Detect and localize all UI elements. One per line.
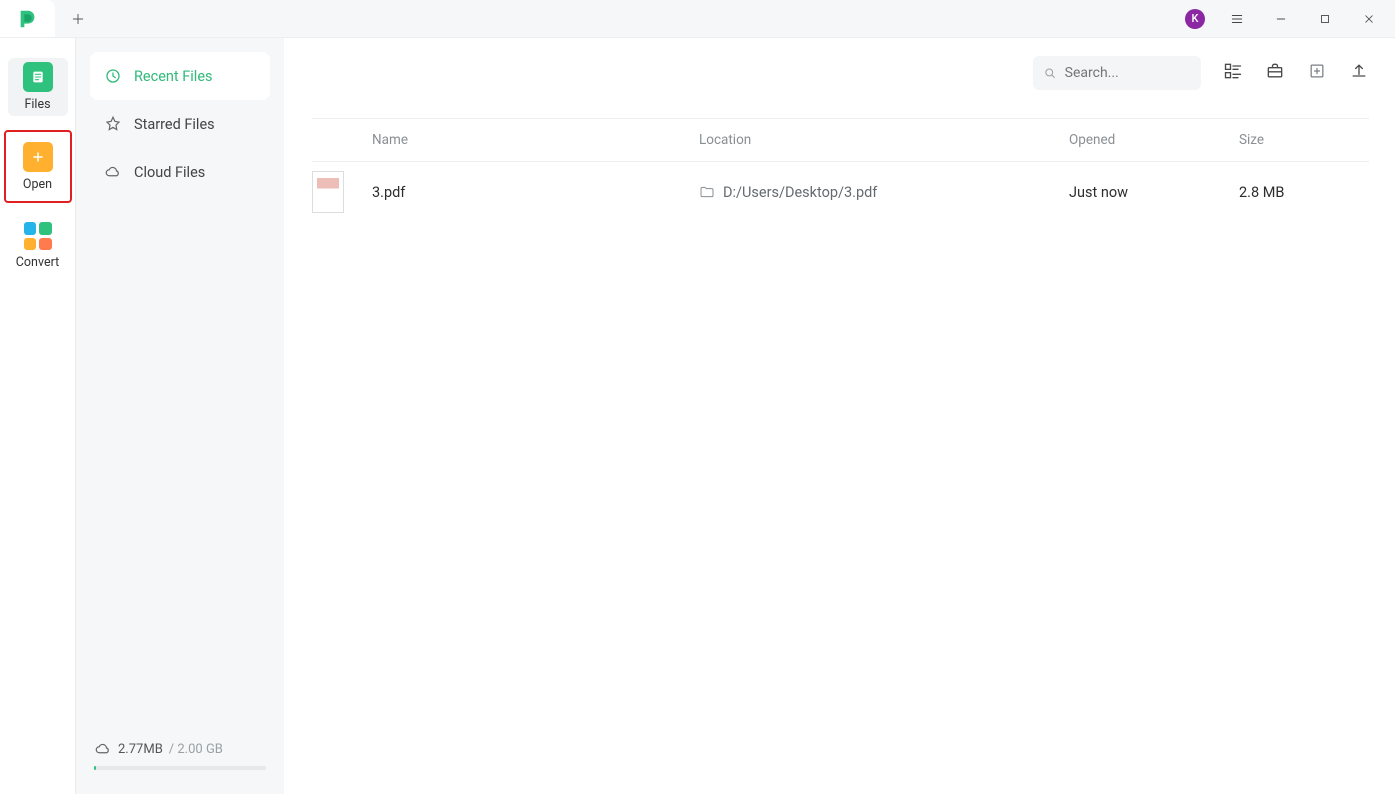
new-file-button[interactable] xyxy=(1307,61,1327,85)
sidebar-item-recent[interactable]: Recent Files xyxy=(90,52,270,100)
file-row[interactable]: 3.pdf D:/Users/Desktop/3.pdf Just now 2.… xyxy=(312,162,1369,222)
toolbox-icon xyxy=(1265,61,1285,81)
titlebar-left xyxy=(0,0,93,37)
close-icon xyxy=(1362,12,1376,26)
close-button[interactable] xyxy=(1357,7,1381,31)
maximize-icon xyxy=(1318,12,1332,26)
rail-item-convert[interactable]: Convert xyxy=(8,217,68,275)
app-window: K Files xyxy=(0,0,1395,794)
file-thumbnail xyxy=(312,171,344,213)
new-tab-button[interactable] xyxy=(63,12,93,26)
user-avatar[interactable]: K xyxy=(1185,9,1205,29)
rail-item-open[interactable]: Open xyxy=(4,130,72,203)
convert-icon xyxy=(24,222,52,250)
main-panel: Name Location Opened Size 3.pdf D:/Users… xyxy=(284,38,1395,794)
rail-label: Files xyxy=(24,97,50,112)
rail-item-files[interactable]: Files xyxy=(8,58,68,116)
titlebar: K xyxy=(0,0,1395,38)
sidebar-item-cloud[interactable]: Cloud Files xyxy=(90,148,270,196)
file-opened: Just now xyxy=(1069,184,1239,201)
view-list-button[interactable] xyxy=(1223,61,1243,85)
storage-bar xyxy=(94,766,266,770)
rail-label: Open xyxy=(23,177,52,192)
search-icon xyxy=(1043,65,1057,81)
header-opened[interactable]: Opened xyxy=(1069,132,1239,148)
folder-icon xyxy=(699,184,715,200)
storage-total: / 2.00 GB xyxy=(169,742,223,757)
toolbar xyxy=(312,56,1369,90)
minimize-button[interactable] xyxy=(1269,7,1293,31)
files-icon xyxy=(23,62,53,92)
header-size[interactable]: Size xyxy=(1239,132,1369,148)
cloud-icon xyxy=(94,740,112,758)
storage-used: 2.77MB xyxy=(118,742,163,757)
maximize-button[interactable] xyxy=(1313,7,1337,31)
navigation-rail: Files Open Convert xyxy=(0,38,76,794)
table-header: Name Location Opened Size xyxy=(312,118,1369,162)
new-file-icon xyxy=(1307,61,1327,81)
minimize-icon xyxy=(1274,12,1288,26)
search-box[interactable] xyxy=(1033,56,1201,90)
file-size: 2.8 MB xyxy=(1239,184,1369,201)
header-name[interactable]: Name xyxy=(372,132,699,148)
header-location[interactable]: Location xyxy=(699,132,1069,148)
list-view-icon xyxy=(1223,61,1243,81)
sidebar-label: Recent Files xyxy=(134,68,213,85)
star-icon xyxy=(104,115,122,133)
sidebar-label: Starred Files xyxy=(134,116,215,133)
file-name: 3.pdf xyxy=(372,184,699,201)
upload-icon xyxy=(1349,61,1369,81)
app-logo-icon xyxy=(17,8,39,30)
rail-label: Convert xyxy=(16,255,59,270)
storage-indicator: 2.77MB / 2.00 GB xyxy=(90,740,270,780)
app-body: Files Open Convert Recent Files xyxy=(0,38,1395,794)
cloud-icon xyxy=(104,163,122,181)
file-location: D:/Users/Desktop/3.pdf xyxy=(723,184,877,201)
menu-button[interactable] xyxy=(1225,7,1249,31)
titlebar-right: K xyxy=(1185,7,1395,31)
toolbox-button[interactable] xyxy=(1265,61,1285,85)
app-tab[interactable] xyxy=(0,0,55,37)
hamburger-icon xyxy=(1230,12,1244,26)
sidebar: Recent Files Starred Files Cloud Files 2… xyxy=(76,38,284,794)
sidebar-label: Cloud Files xyxy=(134,164,205,181)
sidebar-item-starred[interactable]: Starred Files xyxy=(90,100,270,148)
clock-icon xyxy=(104,67,122,85)
search-input[interactable] xyxy=(1065,65,1191,81)
upload-button[interactable] xyxy=(1349,61,1369,85)
open-icon xyxy=(23,142,53,172)
